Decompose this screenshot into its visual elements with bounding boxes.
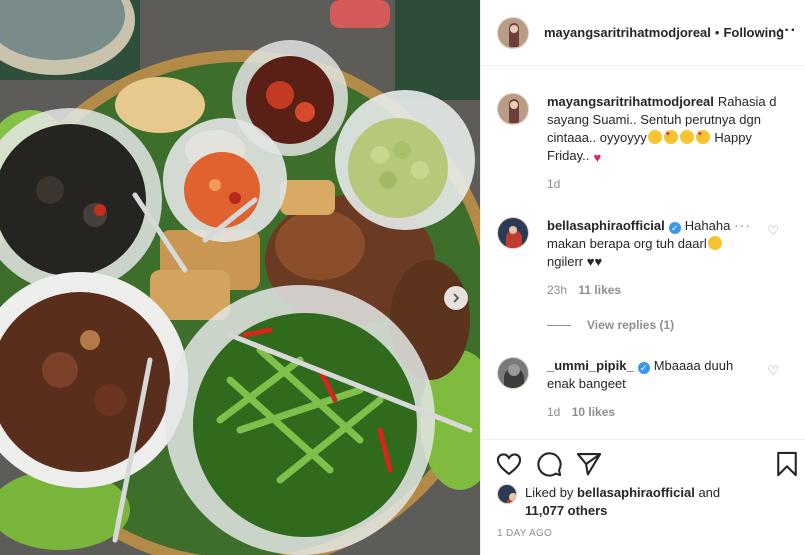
caption-meta: 1d — [547, 177, 797, 191]
commenter-avatar[interactable] — [497, 357, 529, 389]
comment-item: ··· ♡ bellasaphiraofficial ✓ Hahaha makan … — [497, 217, 797, 297]
more-horizontal-icon[interactable]: ··· — [778, 22, 797, 40]
like-button[interactable] — [495, 450, 523, 478]
caption-text: mayangsaritrihatmodjoreal Rahasia d sayan… — [547, 93, 797, 165]
liked-by-text: Liked by bellasaphiraofficial and 11,077… — [525, 484, 785, 520]
heart-eyes-emoji-icon — [663, 130, 678, 144]
caption-age: 1d — [547, 177, 561, 191]
post-actions: Liked by bellasaphiraofficial and 11,077… — [481, 439, 805, 555]
comment-item: ♡ _ummi_pipik_ ✓ Mbaaaa duuh enak bangeet … — [497, 357, 797, 419]
heart-icon — [496, 453, 522, 476]
comment-age: 1d — [547, 405, 561, 419]
comment-body-2: ngilerr ♥♥ — [547, 254, 603, 269]
save-button[interactable] — [773, 450, 801, 478]
commenter-username[interactable]: bellasaphiraofficial — [547, 218, 665, 233]
liker-avatar[interactable] — [497, 484, 517, 504]
comment-like-icon[interactable]: ♡ — [767, 363, 779, 379]
author-username[interactable]: mayangsaritrihatmodjoreal — [544, 25, 711, 40]
food-photo-illustration — [0, 0, 480, 555]
liked-by-prefix: Liked by — [525, 485, 574, 500]
more-horizontal-icon[interactable]: ··· — [734, 217, 751, 233]
post-header: mayangsaritrihatmodjoreal • Following ··… — [481, 0, 805, 66]
comment-text: _ummi_pipik_ ✓ Mbaaaa duuh enak bangeet — [547, 357, 797, 393]
view-replies-button[interactable]: View replies (1) — [547, 318, 674, 332]
send-icon — [576, 453, 602, 476]
smiling-hearts-emoji-icon — [695, 130, 710, 144]
comment-text: bellasaphiraofficial ✓ Hahaha makan berapa… — [547, 217, 797, 271]
liked-by-others[interactable]: 11,077 others — [525, 503, 607, 518]
comment-age: 23h — [547, 283, 568, 297]
comment-meta: 1d 10 likes — [547, 405, 797, 419]
caption-avatar[interactable] — [497, 93, 529, 125]
comment-like-icon[interactable]: ♡ — [767, 223, 779, 239]
author-avatar[interactable] — [497, 16, 529, 49]
post-photo[interactable] — [0, 0, 480, 555]
comment-button[interactable] — [535, 450, 563, 478]
commenter-avatar[interactable] — [497, 217, 529, 249]
comments-section: mayangsaritrihatmodjoreal Rahasia d sayan… — [481, 67, 805, 439]
comment-likes[interactable]: 10 likes — [572, 405, 615, 419]
laughing-emoji-icon — [707, 236, 722, 250]
caption: mayangsaritrihatmodjoreal Rahasia d sayan… — [497, 93, 797, 191]
comment-icon — [537, 452, 562, 477]
commenter-username[interactable]: _ummi_pipik_ — [547, 358, 634, 373]
liked-by-and: and — [698, 485, 721, 500]
header-separator: • — [714, 25, 720, 40]
verified-badge-icon: ✓ — [668, 222, 681, 234]
liked-by: Liked by bellasaphiraofficial and 11,077… — [497, 484, 785, 520]
replies-divider — [547, 324, 571, 326]
following-button[interactable]: Following — [723, 25, 784, 40]
smile-emoji-icon — [679, 130, 694, 144]
view-replies-label: View replies (1) — [587, 318, 675, 332]
post-timestamp[interactable]: 1 DAY AGO — [497, 528, 552, 539]
comment-likes[interactable]: 11 likes — [578, 283, 621, 297]
carousel-next-button[interactable] — [444, 286, 468, 310]
broken-heart-emoji-icon: ♥ — [593, 150, 602, 165]
verified-badge-icon: ✓ — [637, 362, 650, 374]
share-button[interactable] — [575, 450, 603, 478]
chevron-right-icon — [453, 293, 460, 303]
comment-meta: 23h 11 likes — [547, 283, 797, 297]
post-side-panel: mayangsaritrihatmodjoreal • Following ··… — [480, 0, 805, 555]
caption-username[interactable]: mayangsaritrihatmodjoreal — [547, 94, 714, 109]
bookmark-icon — [777, 451, 797, 477]
liked-by-user[interactable]: bellasaphiraofficial — [577, 485, 695, 500]
grin-emoji-icon — [647, 130, 662, 144]
